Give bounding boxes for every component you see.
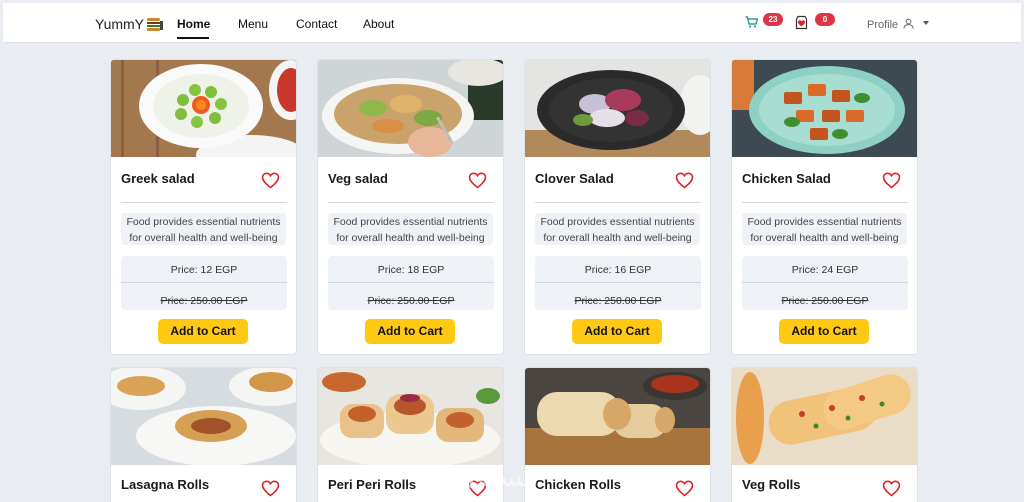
description-line: Food provides essential nutrients [333,216,488,228]
nav-home[interactable]: Home [177,17,210,31]
description-line: for overall health and well-being [336,232,485,244]
profile-menu[interactable]: Profile [867,18,914,32]
product-card: Chicken Rolls [524,367,711,502]
product-name: Chicken Rolls [535,477,621,492]
price-box: Price: 16 EGP Price: 250.00 EGP [535,256,701,310]
user-icon [903,18,914,32]
add-to-cart-button[interactable]: Add to Cart [572,319,662,344]
price-separator [535,282,701,283]
cart-button[interactable]: 23 [745,13,783,33]
product-card: Chicken Salad Food provides essential nu… [731,59,918,355]
product-image-greek-salad[interactable] [111,60,296,157]
heart-outline-icon[interactable] [675,171,694,189]
product-name: Lasagna Rolls [121,477,210,492]
product-image-lasagna-rolls[interactable] [111,368,296,465]
product-card: Greek salad Food provides essential nutr… [110,59,297,355]
price-box: Price: 18 EGP Price: 250.00 EGP [328,256,494,310]
product-card: Clover Salad Food provides essential nut… [524,59,711,355]
product-image-chicken-rolls[interactable] [525,368,710,465]
product-price: Price: 16 EGP [584,264,652,276]
burger-logo-icon [146,16,164,32]
description-line: Food provides essential nutrients [126,216,281,228]
product-old-price: Price: 250.00 EGP [160,295,248,307]
product-card: Veg Rolls [731,367,918,502]
product-price: Price: 18 EGP [377,264,445,276]
product-description: Food provides essential nutrients for ov… [121,213,286,245]
product-image-peri-peri-rolls[interactable] [318,368,503,465]
wishlist-count-badge: 0 [815,13,835,26]
price-separator [742,282,908,283]
active-nav-underline [177,37,209,39]
product-name: Veg salad [328,171,388,186]
description-line: for overall health and well-being [750,232,899,244]
shopping-cart-icon [745,15,759,32]
product-name: Peri Peri Rolls [328,477,417,492]
product-card: Veg salad Food provides essential nutrie… [317,59,504,355]
product-description: Food provides essential nutrients for ov… [742,213,907,245]
add-to-cart-button[interactable]: Add to Cart [779,319,869,344]
product-name: Greek salad [121,171,195,186]
product-name: Veg Rolls [742,477,801,492]
price-box: Price: 12 EGP Price: 250.00 EGP [121,256,287,310]
price-box: Price: 24 EGP Price: 250.00 EGP [742,256,908,310]
price-separator [121,282,287,283]
divider [535,202,701,203]
product-old-price: Price: 250.00 EGP [367,295,455,307]
product-description: Food provides essential nutrients for ov… [328,213,493,245]
nav-menu[interactable]: Menu [238,17,268,31]
product-description: Food provides essential nutrients for ov… [535,213,700,245]
heart-outline-icon[interactable] [882,479,901,497]
nav-about[interactable]: About [363,17,394,31]
nav-contact[interactable]: Contact [296,17,337,31]
watermark: مستقل [455,460,539,493]
divider [121,202,287,203]
add-to-cart-button[interactable]: Add to Cart [365,319,455,344]
brand-name[interactable]: YummY [95,16,144,32]
product-card: Lasagna Rolls [110,367,297,502]
product-image-chicken-salad[interactable] [732,60,917,157]
price-separator [328,282,494,283]
product-old-price: Price: 250.00 EGP [574,295,662,307]
heart-outline-icon[interactable] [675,479,694,497]
profile-label[interactable]: Profile [867,19,898,31]
product-price: Price: 24 EGP [791,264,859,276]
wishlist-button[interactable]: 0 [794,13,835,35]
brand-logo[interactable]: YummY [95,16,164,32]
product-image-clover-salad[interactable] [525,60,710,157]
description-line: for overall health and well-being [543,232,692,244]
heart-outline-icon[interactable] [882,171,901,189]
heart-box-icon [794,15,809,34]
add-to-cart-button[interactable]: Add to Cart [158,319,248,344]
product-old-price: Price: 250.00 EGP [781,295,869,307]
product-image-veg-rolls[interactable] [732,368,917,465]
navbar: YummY Home Menu Contact About 23 0 Profi… [3,3,1021,43]
divider [742,202,908,203]
product-name: Chicken Salad [742,171,831,186]
product-image-veg-salad[interactable] [318,60,503,157]
product-name: Clover Salad [535,171,614,186]
heart-outline-icon[interactable] [261,171,280,189]
heart-outline-icon[interactable] [261,479,280,497]
description-line: for overall health and well-being [129,232,278,244]
divider [328,202,494,203]
heart-outline-icon[interactable] [468,171,487,189]
cart-count-badge: 23 [763,13,783,26]
product-price: Price: 12 EGP [170,264,238,276]
chevron-down-icon[interactable] [923,21,929,25]
description-line: Food provides essential nutrients [747,216,902,228]
description-line: Food provides essential nutrients [540,216,695,228]
